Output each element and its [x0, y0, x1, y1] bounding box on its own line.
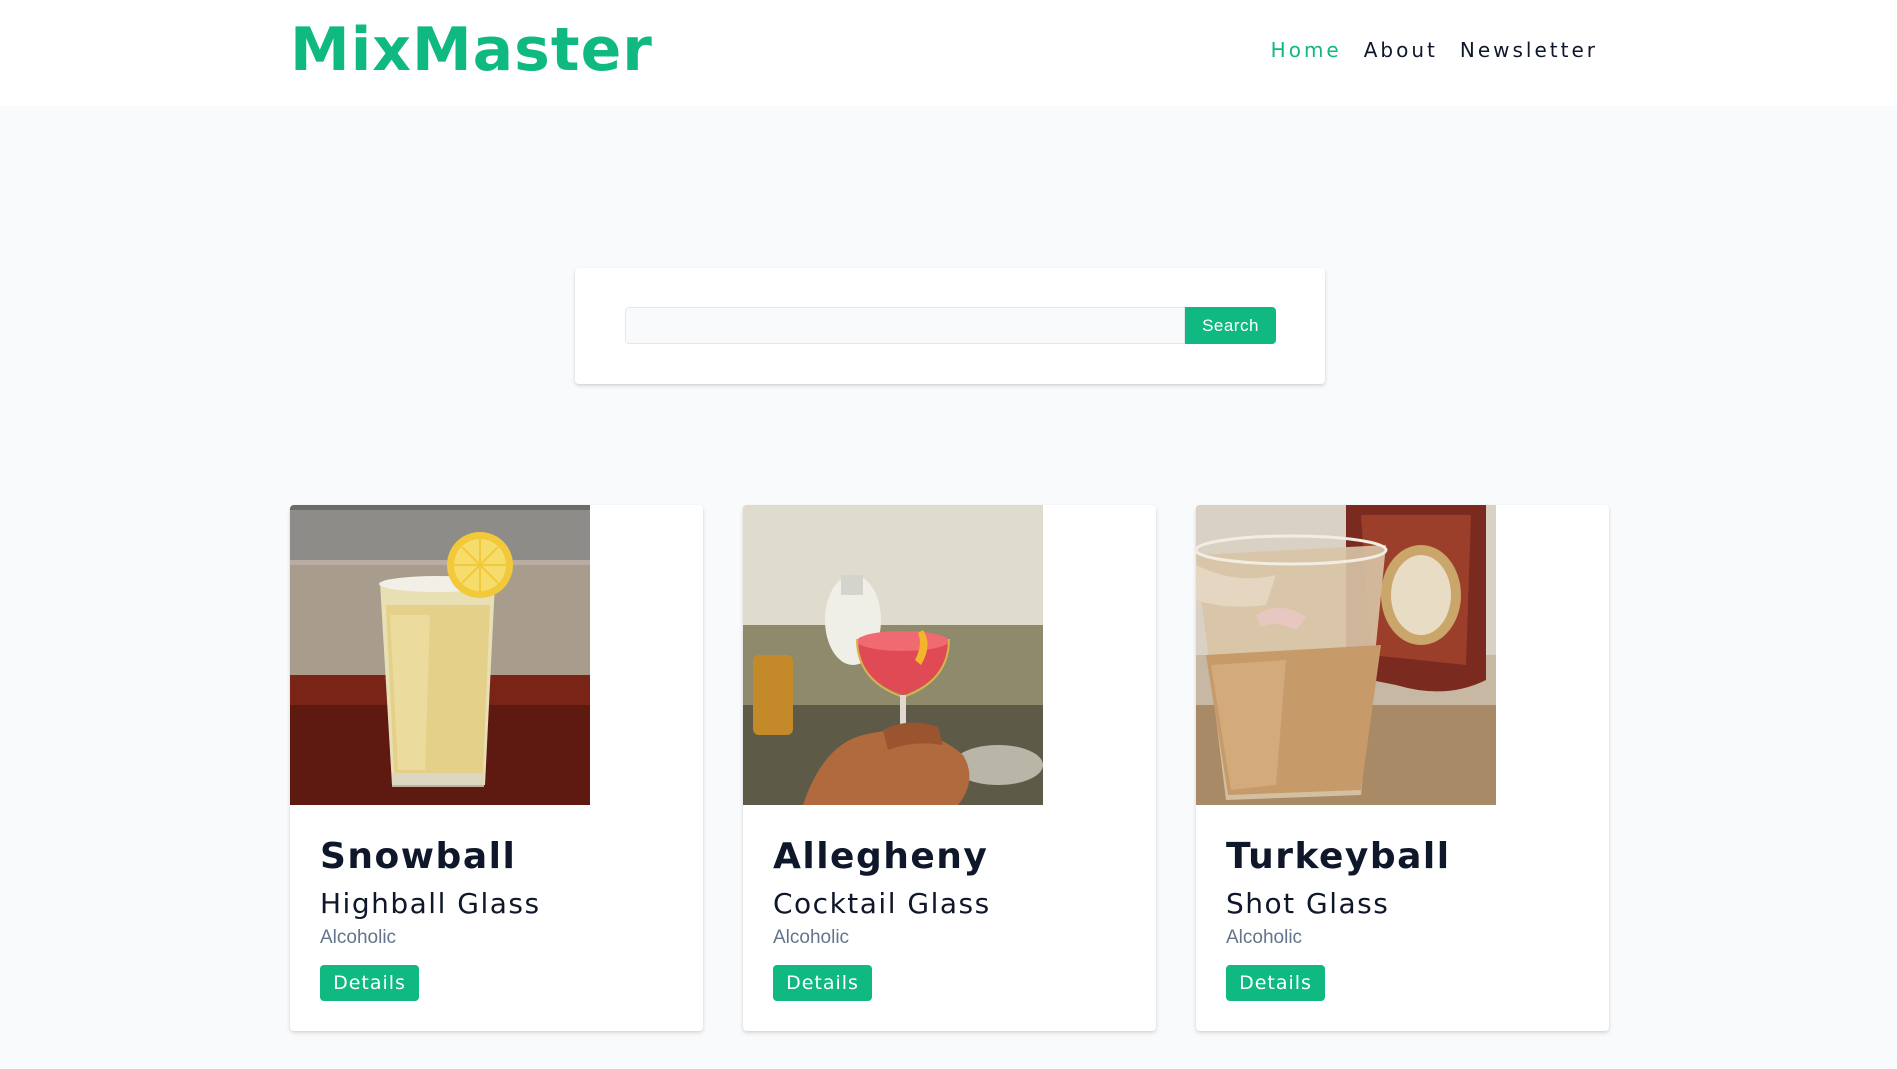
- cocktail-info: Alcoholic: [773, 927, 850, 948]
- cocktail-info: Alcoholic: [1226, 927, 1303, 948]
- cocktail-name: Turkeyball: [1226, 836, 1451, 877]
- details-button[interactable]: Details: [1226, 965, 1325, 1001]
- cocktail-glass: Shot Glass: [1226, 887, 1390, 920]
- snowball-drink-photo-svg: [290, 505, 590, 805]
- nav-links: Home About Newsletter: [1271, 36, 1598, 64]
- allegheny-drink-photo-svg: [743, 505, 1043, 805]
- cocktail-list: Snowball Highball Glass Alcoholic Detail…: [290, 505, 1609, 1031]
- logo[interactable]: MixMaster: [290, 18, 653, 82]
- allegheny-drink-photo: [743, 505, 1043, 805]
- cocktail-card: Turkeyball Shot Glass Alcoholic Details: [1196, 505, 1609, 1031]
- turkeyball-drink-photo-svg: [1196, 505, 1496, 805]
- search-button[interactable]: Search: [1185, 307, 1276, 344]
- cocktail-name: Snowball: [320, 836, 517, 877]
- details-button[interactable]: Details: [320, 965, 419, 1001]
- cocktail-name: Allegheny: [773, 836, 989, 877]
- nav-link-about[interactable]: About: [1364, 36, 1438, 64]
- nav-link-home[interactable]: Home: [1271, 36, 1342, 64]
- turkeyball-drink-photo: [1196, 505, 1496, 805]
- cocktail-info: Alcoholic: [320, 927, 397, 948]
- cocktail-glass: Highball Glass: [320, 887, 541, 920]
- cocktail-card: Snowball Highball Glass Alcoholic Detail…: [290, 505, 703, 1031]
- details-button[interactable]: Details: [773, 965, 872, 1001]
- search-input[interactable]: [625, 307, 1185, 344]
- search-form: Search: [575, 268, 1325, 384]
- cocktail-glass: Cocktail Glass: [773, 887, 991, 920]
- snowball-drink-photo: [290, 505, 590, 805]
- nav-link-newsletter[interactable]: Newsletter: [1460, 36, 1598, 64]
- cocktail-card: Allegheny Cocktail Glass Alcoholic Detai…: [743, 505, 1156, 1031]
- navbar: MixMaster Home About Newsletter: [0, 0, 1897, 106]
